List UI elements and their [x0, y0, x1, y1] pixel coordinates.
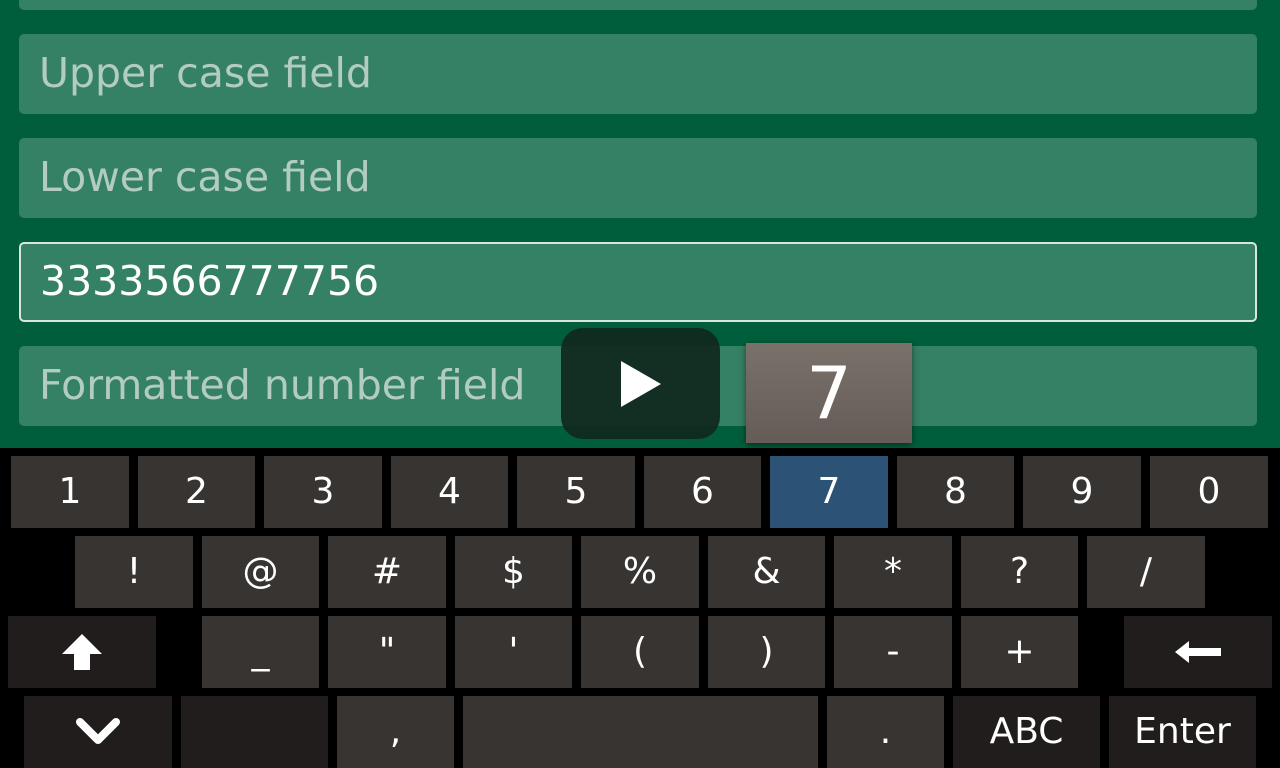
key-ampersand[interactable]: &	[708, 536, 825, 608]
key-7[interactable]: 7	[770, 456, 888, 528]
lower-case-placeholder: Lower case field	[39, 153, 371, 201]
key-dollar[interactable]: $	[455, 536, 572, 608]
formatted-number-placeholder: Formatted number field	[39, 361, 526, 409]
key-percent[interactable]: %	[581, 536, 699, 608]
hide-keyboard-chevron-down-icon	[76, 718, 120, 744]
top-field[interactable]	[19, 0, 1257, 10]
key-preview-popup: 7	[746, 343, 912, 443]
enter-key[interactable]: Enter	[1109, 696, 1256, 768]
hide-keyboard-key[interactable]	[24, 696, 172, 768]
key-exclamation[interactable]: !	[75, 536, 193, 608]
key-open-paren[interactable]: (	[581, 616, 699, 688]
upper-case-placeholder: Upper case field	[39, 49, 372, 97]
key-minus[interactable]: -	[834, 616, 952, 688]
key-period[interactable]: .	[827, 696, 944, 768]
key-asterisk[interactable]: *	[834, 536, 952, 608]
shift-arrow-up-icon	[62, 634, 102, 670]
key-0[interactable]: 0	[1150, 456, 1268, 528]
key-4[interactable]: 4	[391, 456, 508, 528]
number-field[interactable]: 3333566777756	[19, 242, 1257, 322]
blank-key[interactable]	[181, 696, 328, 768]
key-underscore[interactable]: _	[202, 616, 319, 688]
key-8[interactable]: 8	[897, 456, 1014, 528]
key-hash[interactable]: #	[328, 536, 446, 608]
backspace-key[interactable]	[1124, 616, 1272, 688]
number-field-value: 3333566777756	[40, 257, 380, 305]
key-2[interactable]: 2	[138, 456, 255, 528]
backspace-arrow-icon	[1175, 641, 1221, 663]
key-9[interactable]: 9	[1023, 456, 1141, 528]
key-double-quote[interactable]: "	[328, 616, 446, 688]
lower-case-field[interactable]: Lower case field	[19, 138, 1257, 218]
key-plus[interactable]: +	[961, 616, 1078, 688]
on-screen-keyboard: 1 2 3 4 5 6 7 8 9 0 ! @ # $ % & * ? / _ …	[0, 448, 1280, 768]
key-close-paren[interactable]: )	[708, 616, 825, 688]
key-6[interactable]: 6	[644, 456, 761, 528]
key-at[interactable]: @	[202, 536, 319, 608]
key-3[interactable]: 3	[264, 456, 382, 528]
space-key[interactable]	[463, 696, 818, 768]
play-icon	[620, 360, 661, 407]
key-slash[interactable]: /	[1087, 536, 1205, 608]
key-comma[interactable]: ,	[337, 696, 454, 768]
upper-case-field[interactable]: Upper case field	[19, 34, 1257, 114]
play-button[interactable]	[561, 328, 720, 439]
key-question[interactable]: ?	[961, 536, 1078, 608]
key-5[interactable]: 5	[517, 456, 635, 528]
key-single-quote[interactable]: '	[455, 616, 572, 688]
shift-key[interactable]	[8, 616, 156, 688]
abc-key[interactable]: ABC	[953, 696, 1100, 768]
key-1[interactable]: 1	[11, 456, 129, 528]
